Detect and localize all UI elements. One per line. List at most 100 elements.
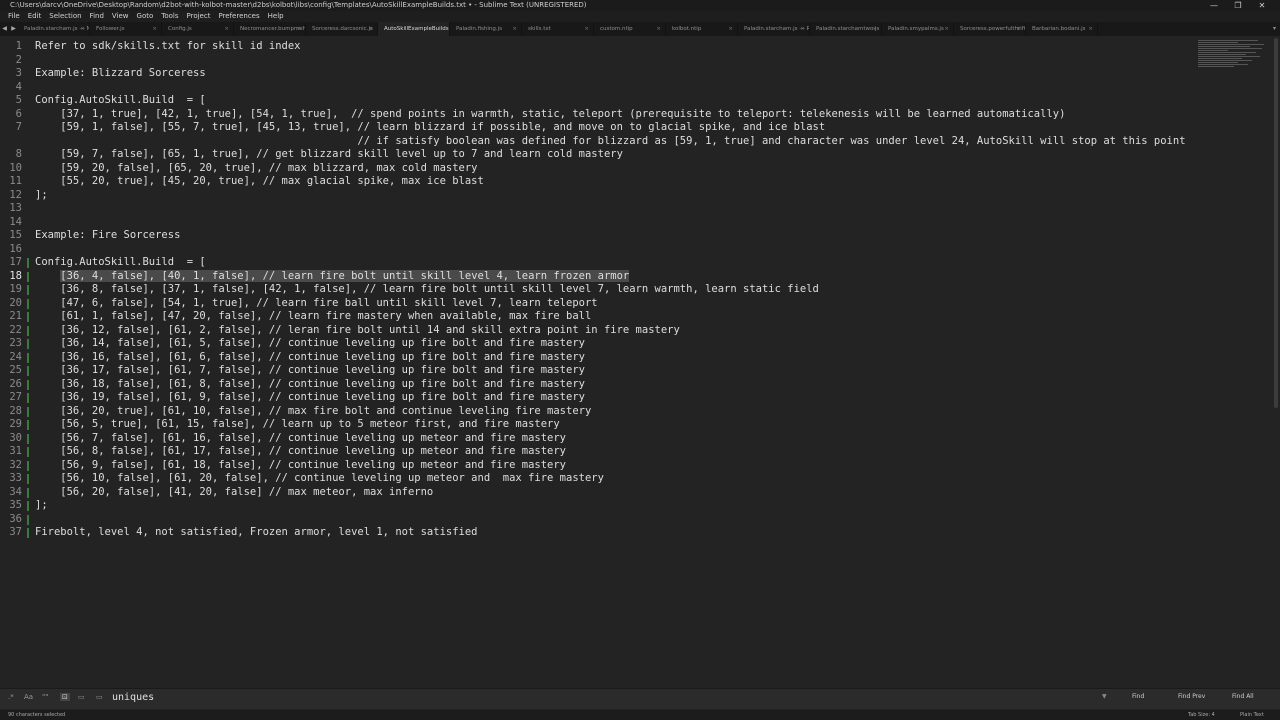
tab-close-icon[interactable]: ×	[944, 22, 949, 36]
tab-next-icon[interactable]: ▶	[11, 22, 16, 36]
code-line[interactable]: 32 [56, 9, false], [61, 18, false], // c…	[0, 459, 1260, 473]
minimap[interactable]	[1198, 40, 1264, 78]
code-line[interactable]: 10 [59, 20, false], [65, 20, true], // m…	[0, 162, 1260, 176]
code-line[interactable]: 35];	[0, 499, 1260, 513]
find-prev-button[interactable]: Find Prev	[1178, 693, 1205, 700]
editor-tab[interactable]: kolbot.ntip ×	[666, 22, 738, 36]
code-editor[interactable]: 1 Refer to sdk/skills.txt for skill id in…	[0, 38, 1270, 686]
menu-item-file[interactable]: File	[4, 11, 24, 22]
editor-tab[interactable]: custom.ntip ×	[594, 22, 666, 36]
tab-prev-icon[interactable]: ◀	[2, 22, 7, 36]
tab-close-icon[interactable]: ×	[512, 22, 517, 36]
editor-tab[interactable]: Barbarian.bodani.js ×	[1026, 22, 1098, 36]
code-line[interactable]: 15 Example: Fire Sorceress	[0, 229, 1260, 243]
code-line[interactable]: 12];	[0, 189, 1260, 203]
code-line[interactable]: 8 [59, 7, false], [65, 1, true], // get …	[0, 148, 1260, 162]
syntax-indicator[interactable]: Plain Text	[1240, 710, 1264, 720]
tab-close-icon[interactable]: ×	[656, 22, 661, 36]
code-line[interactable]: 18 [36, 4, false], [40, 1, false], // le…	[0, 269, 1260, 284]
code-line[interactable]: 7 [59, 1, false], [55, 7, true], [45, 13…	[0, 121, 1260, 135]
code-line[interactable]: 6 [37, 1, true], [42, 1, true], [54, 1, …	[0, 108, 1260, 122]
tab-size-indicator[interactable]: Tab Size: 4	[1188, 710, 1215, 720]
code-line[interactable]: 1 Refer to sdk/skills.txt for skill id in…	[0, 40, 1260, 54]
code-line[interactable]: 14	[0, 216, 1260, 230]
in-selection-option-icon[interactable]: ▭	[78, 693, 85, 701]
find-all-button[interactable]: Find All	[1232, 693, 1254, 700]
tab-close-icon[interactable]: ×	[80, 22, 85, 36]
code-line[interactable]: 29 [56, 5, true], [61, 15, false], // le…	[0, 418, 1260, 432]
menu-item-goto[interactable]: Goto	[133, 11, 158, 22]
tab-close-icon[interactable]: ×	[152, 22, 157, 36]
menu-item-preferences[interactable]: Preferences	[214, 11, 263, 22]
code-line[interactable]: 27 [36, 19, false], [61, 9, false], // c…	[0, 391, 1260, 405]
code-line[interactable]: 2	[0, 54, 1260, 68]
code-line[interactable]: 17 Config.AutoSkill.Build = [	[0, 256, 1260, 270]
tab-close-icon[interactable]: ×	[296, 22, 301, 36]
editor-tab[interactable]: Necromancer.bumpmehard.js×	[234, 22, 306, 36]
regex-option-icon[interactable]: .*	[8, 693, 14, 701]
tab-close-icon[interactable]: ×	[1088, 22, 1093, 36]
tab-close-icon[interactable]: ×	[872, 22, 877, 36]
editor-tab[interactable]: Sorceress.darcsonic.js ×	[306, 22, 378, 36]
editor-tab[interactable]: skills.txt ×	[522, 22, 594, 36]
code-line[interactable]: 30 [56, 7, false], [61, 16, false], // c…	[0, 432, 1260, 446]
wrap-option-icon[interactable]: ⊡	[60, 693, 70, 701]
editor-tab[interactable]: AutoSkillExampleBuilds.txt×	[378, 22, 450, 36]
tab-close-icon[interactable]: ×	[224, 22, 229, 36]
code-line[interactable]: // if satisfy boolean was defined for bl…	[0, 135, 1260, 149]
close-button[interactable]: ✕	[1250, 0, 1274, 11]
code-line[interactable]: 23 [36, 14, false], [61, 5, false], // c…	[0, 337, 1260, 351]
editor-tab[interactable]: Paladin.starchamtwo.js ×	[810, 22, 882, 36]
code-line[interactable]: 37 Firebolt, level 4, not satisfied, Froz…	[0, 526, 1260, 540]
editor-tab[interactable]: Paladin.starcham.js — Random\...\config×	[738, 22, 810, 36]
line-text: [56, 7, false], [61, 16, false], // cont…	[35, 431, 567, 444]
find-button[interactable]: Find	[1132, 693, 1144, 700]
find-input[interactable]	[112, 691, 1092, 705]
highlight-matches-icon[interactable]: ▭	[96, 693, 103, 701]
editor-tab[interactable]: Follower.js ×	[90, 22, 162, 36]
whole-word-option-icon[interactable]: ""	[42, 693, 48, 701]
minimize-button[interactable]: —	[1202, 0, 1226, 11]
tab-close-icon[interactable]: ×	[728, 22, 733, 36]
code-line[interactable]: 24 [36, 16, false], [61, 6, false], // c…	[0, 351, 1260, 365]
code-line[interactable]: 4	[0, 81, 1260, 95]
tab-close-icon[interactable]: ×	[368, 22, 373, 36]
code-line[interactable]: 34 [56, 20, false], [41, 20, false] // m…	[0, 486, 1260, 500]
code-line[interactable]: 36	[0, 513, 1260, 527]
editor-tab[interactable]: Paladin.fishing.js ×	[450, 22, 522, 36]
editor-tab[interactable]: Paladin.smypalms.js ×	[882, 22, 954, 36]
code-line[interactable]: 11 [55, 20, true], [45, 20, true], // ma…	[0, 175, 1260, 189]
find-dropdown-icon[interactable]: ▼	[1102, 693, 1107, 700]
code-line[interactable]: 3 Example: Blizzard Sorceress	[0, 67, 1260, 81]
code-line[interactable]: 26 [36, 18, false], [61, 8, false], // c…	[0, 378, 1260, 392]
code-line[interactable]: 22 [36, 12, false], [61, 2, false], // l…	[0, 324, 1260, 338]
editor-tab[interactable]: Sorceress.powerfulthrift.js ×	[954, 22, 1026, 36]
code-line[interactable]: 28 [36, 20, true], [61, 10, false], // m…	[0, 405, 1260, 419]
menu-item-help[interactable]: Help	[264, 11, 288, 22]
menu-item-edit[interactable]: Edit	[24, 11, 46, 22]
menu-item-project[interactable]: Project	[183, 11, 215, 22]
maximize-button[interactable]: ❐	[1226, 0, 1250, 11]
code-line[interactable]: 21 [61, 1, false], [47, 20, false], // l…	[0, 310, 1260, 324]
editor-tab[interactable]: Config.js ×	[162, 22, 234, 36]
editor-tab[interactable]: Paladin.starcham.js — New Kolbot\...\con…	[18, 22, 90, 36]
vertical-scrollbar[interactable]	[1274, 38, 1278, 408]
tab-list-icon[interactable]: ▾	[1098, 22, 1280, 36]
code-line[interactable]: 16	[0, 243, 1260, 257]
tab-close-icon[interactable]: ×	[440, 22, 445, 36]
code-line[interactable]: 33 [56, 10, false], [61, 20, false], // …	[0, 472, 1260, 486]
code-line[interactable]: 5 Config.AutoSkill.Build = [	[0, 94, 1260, 108]
code-line[interactable]: 31 [56, 8, false], [61, 17, false], // c…	[0, 445, 1260, 459]
menu-item-tools[interactable]: Tools	[157, 11, 182, 22]
menu-item-find[interactable]: Find	[86, 11, 108, 22]
code-line[interactable]: 13	[0, 202, 1260, 216]
case-sensitive-option-icon[interactable]: Aa	[24, 693, 33, 701]
tab-close-icon[interactable]: ×	[800, 22, 805, 36]
menu-item-selection[interactable]: Selection	[45, 11, 85, 22]
tab-close-icon[interactable]: ×	[1016, 22, 1021, 36]
code-line[interactable]: 19 [36, 8, false], [37, 1, false], [42, …	[0, 283, 1260, 297]
menu-item-view[interactable]: View	[108, 11, 133, 22]
tab-close-icon[interactable]: ×	[584, 22, 589, 36]
code-line[interactable]: 25 [36, 17, false], [61, 7, false], // c…	[0, 364, 1260, 378]
code-line[interactable]: 20 [47, 6, false], [54, 1, true], // lea…	[0, 297, 1260, 311]
